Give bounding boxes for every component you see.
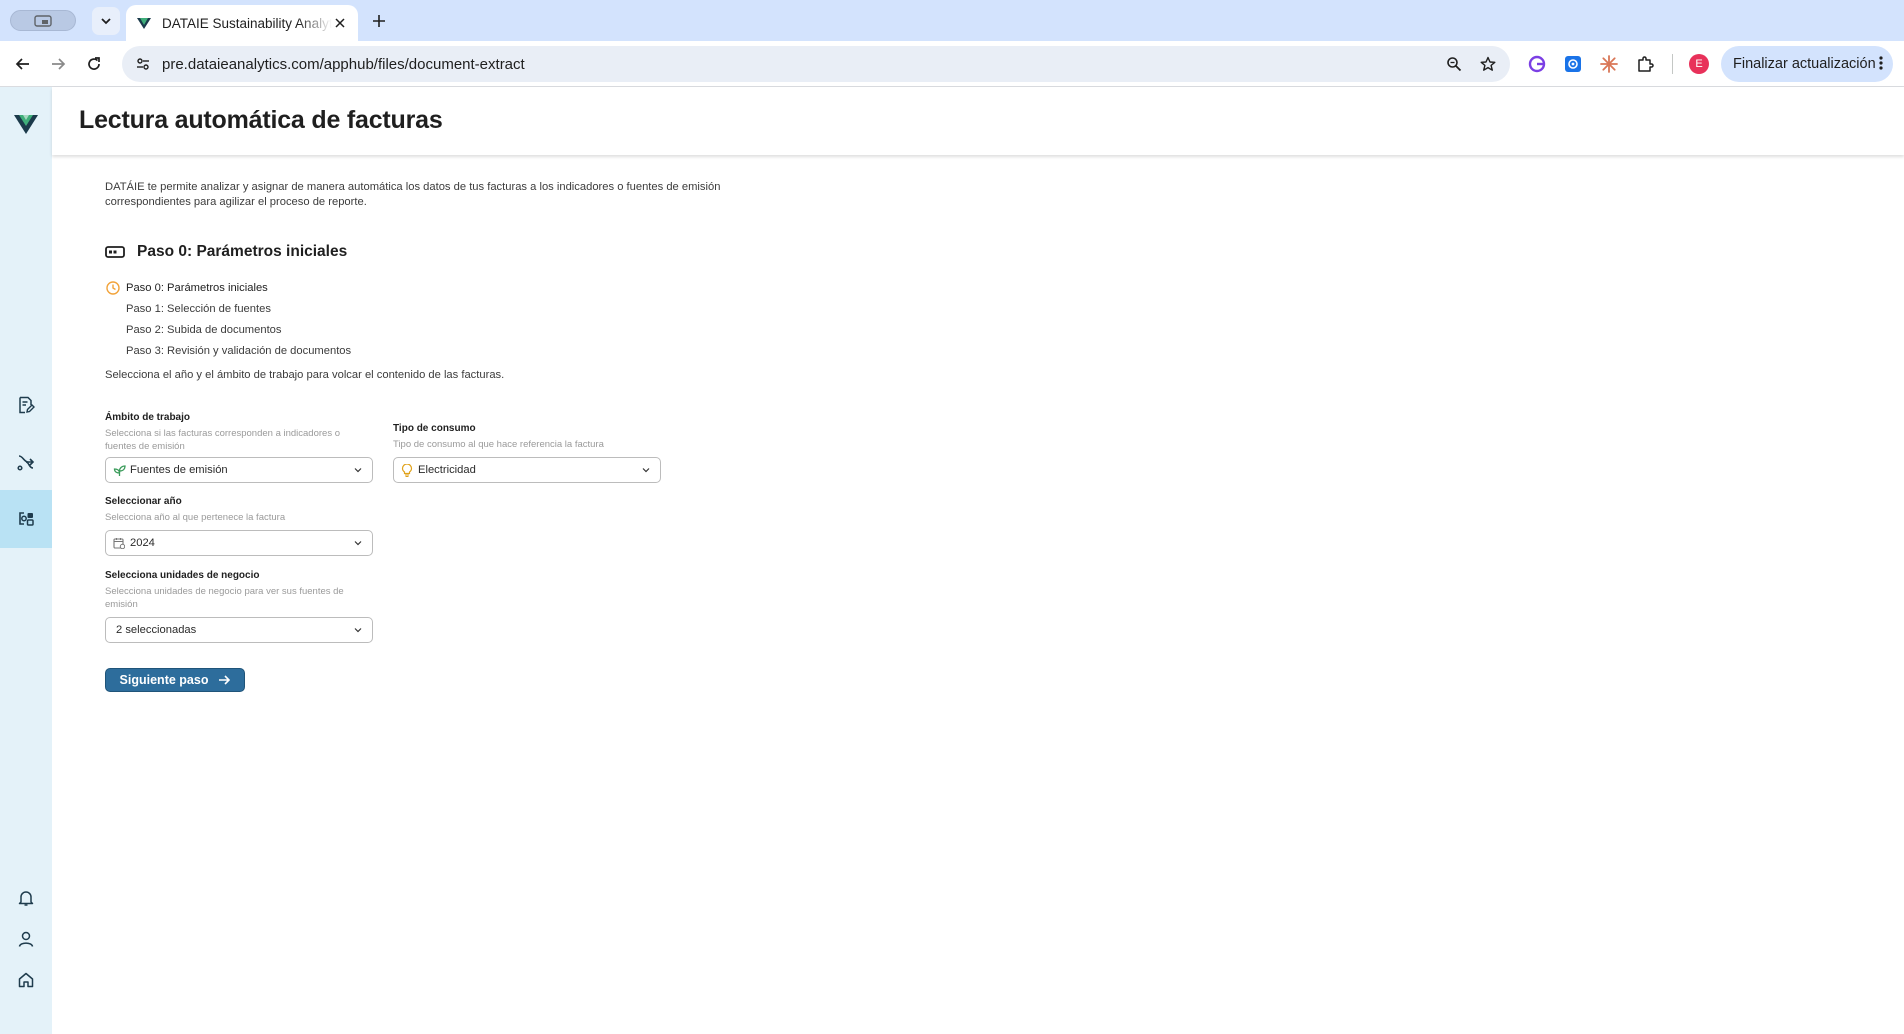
- business-units-select[interactable]: 2 seleccionadas: [105, 617, 373, 643]
- reload-button[interactable]: [80, 50, 108, 78]
- toolbar-divider: [1672, 54, 1673, 74]
- new-tab-button[interactable]: [366, 8, 392, 34]
- input-box-icon: [105, 246, 125, 258]
- user-icon: [18, 931, 34, 947]
- scope-label: Ámbito de trabajo: [105, 412, 191, 423]
- step-item: Paso 1: Selección de fuentes: [105, 298, 351, 319]
- finish-update-label: Finalizar actualización: [1733, 56, 1876, 72]
- scope-select[interactable]: Fuentes de emisión: [105, 457, 373, 483]
- tab-list-button[interactable]: [92, 7, 120, 35]
- consumption-label: Tipo de consumo: [393, 423, 476, 434]
- year-help: Selecciona año al que pertenece la factu…: [105, 512, 286, 523]
- close-tab-icon[interactable]: [332, 15, 348, 31]
- plus-icon: [373, 15, 385, 27]
- document-edit-icon: [19, 396, 35, 414]
- business-units-value: 2 seleccionadas: [116, 624, 197, 636]
- chevron-down-icon: [101, 18, 111, 25]
- browser-toolbar: pre.dataieanalytics.com/apphub/files/doc…: [0, 41, 1904, 87]
- sidebar-item-invoice-reader[interactable]: [0, 490, 52, 548]
- business-units-label: Selecciona unidades de negocio: [105, 570, 260, 581]
- tune-icon: [137, 58, 149, 70]
- consumption-help: Tipo de consumo al que hace referencia l…: [393, 439, 604, 450]
- dataie-logo-icon[interactable]: [14, 113, 38, 135]
- tab-title: DATAIE Sustainability Analytics: [162, 15, 332, 31]
- business-units-help: Selecciona unidades de negocio para ver …: [105, 586, 344, 610]
- step-label: Paso 3: Revisión y validación de documen…: [126, 344, 352, 357]
- bookmark-star-icon[interactable]: [1478, 54, 1498, 74]
- step-item: Paso 3: Revisión y validación de documen…: [105, 340, 351, 361]
- apps-icon: [19, 512, 34, 526]
- url-text[interactable]: pre.dataieanalytics.com/apphub/files/doc…: [162, 56, 525, 73]
- address-bar[interactable]: pre.dataieanalytics.com/apphub/files/doc…: [122, 46, 1510, 82]
- sidebar-item-notifications[interactable]: [0, 881, 52, 915]
- step-item: Paso 0: Parámetros iniciales: [105, 277, 351, 298]
- next-step-label: Siguiente paso: [119, 673, 209, 687]
- chevron-down-icon: [352, 624, 364, 636]
- page-header: Lectura automática de facturas: [52, 87, 1904, 155]
- profile-avatar[interactable]: E: [1689, 54, 1709, 74]
- grammar-extension-icon[interactable]: [1527, 54, 1547, 74]
- year-label: Seleccionar año: [105, 496, 182, 507]
- sparkle-extension-icon[interactable]: [1599, 54, 1619, 74]
- step-heading: Paso 0: Parámetros iniciales: [137, 243, 348, 260]
- next-step-button[interactable]: Siguiente paso: [105, 668, 245, 692]
- consumption-select[interactable]: Electricidad: [393, 457, 661, 483]
- year-select[interactable]: 2024: [105, 530, 373, 556]
- sidebar-item-flows[interactable]: [0, 433, 52, 491]
- leaf-icon: [112, 463, 126, 477]
- page-title: Lectura automática de facturas: [79, 106, 443, 134]
- year-value: 2024: [130, 537, 155, 549]
- scope-value: Fuentes de emisión: [130, 464, 228, 476]
- arrow-right-icon: [219, 675, 231, 685]
- more-vert-icon: [1879, 56, 1883, 70]
- lightbulb-icon: [400, 463, 414, 477]
- arrow-right-icon: [52, 58, 66, 70]
- step-item: Paso 2: Subida de documentos: [105, 319, 351, 340]
- browser-tab-active[interactable]: DATAIE Sustainability Analytics: [126, 5, 358, 41]
- favicon-icon: [137, 18, 151, 29]
- window-icon: [34, 14, 52, 27]
- step-label: Paso 2: Subida de documentos: [126, 323, 282, 336]
- app-sidebar: [0, 87, 52, 1034]
- sidebar-item-home[interactable]: [0, 963, 52, 997]
- chevron-down-icon: [352, 464, 364, 476]
- bell-icon: [18, 891, 34, 906]
- reload-icon: [88, 57, 100, 70]
- settings-extension-icon[interactable]: [1563, 54, 1583, 74]
- sidebar-item-profile[interactable]: [0, 922, 52, 956]
- select-hint-text: Selecciona el año y el ámbito de trabajo…: [105, 369, 505, 381]
- intro-text: DATÁIE te permite analizar y asignar de …: [105, 181, 721, 208]
- consumption-field: Tipo de consumo Tipo de consumo al que h…: [393, 423, 661, 451]
- main-content: Lectura automática de facturas DATÁIE te…: [52, 87, 1904, 1034]
- clock-icon: [105, 280, 121, 296]
- business-units-field: Selecciona unidades de negocio Seleccion…: [105, 570, 373, 611]
- browser-tab-bar: DATAIE Sustainability Analytics: [0, 0, 1904, 41]
- steps-list: Paso 0: Parámetros iniciales Paso 1: Sel…: [105, 277, 351, 361]
- scope-help: Selecciona si las facturas corresponden …: [105, 428, 340, 452]
- sidebar-item-documents[interactable]: [0, 376, 52, 434]
- zoom-icon[interactable]: [1444, 54, 1464, 74]
- consumption-value: Electricidad: [418, 464, 476, 476]
- finish-update-button[interactable]: Finalizar actualización: [1721, 46, 1893, 82]
- scope-field: Ámbito de trabajo Selecciona si las fact…: [105, 412, 373, 453]
- chevron-down-icon: [640, 464, 652, 476]
- flow-icon: [17, 455, 35, 471]
- step-heading-row: Paso 0: Parámetros iniciales: [105, 243, 347, 261]
- site-info-button[interactable]: [128, 49, 158, 79]
- forward-button[interactable]: [44, 50, 72, 78]
- year-field: Seleccionar año Selecciona año al que pe…: [105, 496, 373, 524]
- chevron-down-icon: [352, 537, 364, 549]
- extensions-puzzle-icon[interactable]: [1635, 54, 1655, 74]
- tab-search-button[interactable]: [10, 10, 76, 31]
- step-label: Paso 1: Selección de fuentes: [126, 302, 271, 315]
- calendar-icon: [112, 536, 126, 550]
- back-button[interactable]: [9, 50, 37, 78]
- arrow-left-icon: [15, 58, 29, 70]
- step-label: Paso 0: Parámetros iniciales: [126, 281, 268, 294]
- home-icon: [18, 972, 34, 988]
